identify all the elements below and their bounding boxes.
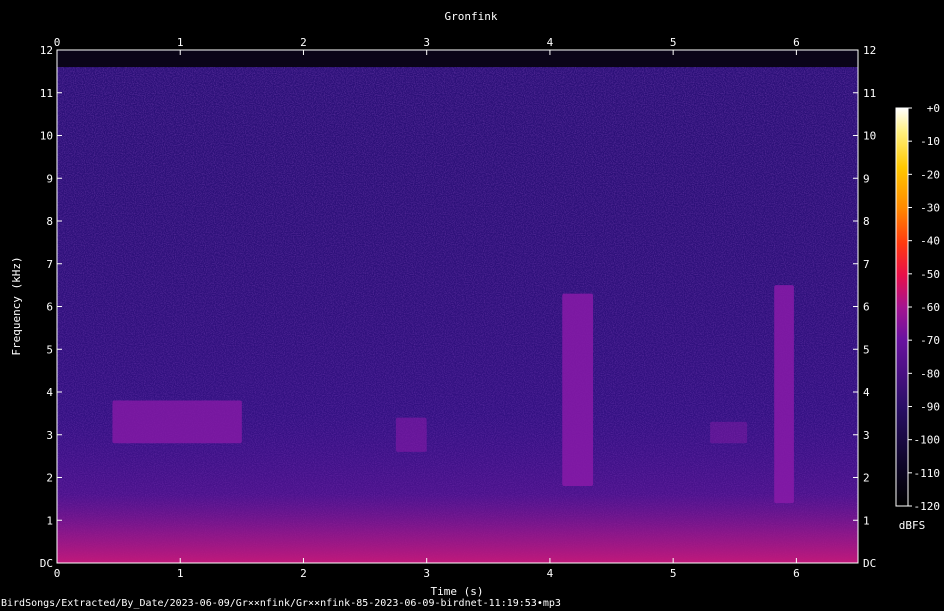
y-tick-label-right: 9 — [863, 172, 870, 185]
colorbar-tick-label: -90 — [920, 401, 940, 414]
colorbar-gradient — [895, 107, 909, 507]
colorbar-ticks: +0 -10 -20 -30 -40 -50 -60 -70 -80 -90 -100 -110 -12… — [908, 102, 940, 513]
y-tick-label-right: 2 — [863, 472, 870, 485]
y-tick-label-left: 12 — [40, 44, 53, 57]
colorbar-tick-label: -10 — [920, 135, 940, 148]
low-frequency-band — [57, 67, 858, 563]
x-tick-label-top: 6 — [793, 36, 800, 49]
sound-event-4 — [710, 421, 748, 444]
y-tick-label-left: 4 — [46, 386, 53, 399]
sound-event-1 — [112, 400, 242, 444]
x-tick-label-bottom: 1 — [177, 567, 184, 580]
y-tick-label-left: 9 — [46, 172, 53, 185]
colorbar-tick-label: -40 — [920, 235, 940, 248]
y-tick-label-right: 1 — [863, 514, 870, 527]
sound-event-3 — [562, 293, 594, 487]
x-tick-label-bottom: 2 — [300, 567, 307, 580]
y-tick-label-left: 10 — [40, 130, 53, 143]
colorbar-tick-label: -70 — [920, 334, 940, 347]
x-tick-label-bottom: 3 — [423, 567, 430, 580]
x-tick-label-top: 0 — [54, 36, 61, 49]
x-tick-label-top: 2 — [300, 36, 307, 49]
y-tick-label-left: 6 — [46, 301, 53, 314]
y-tick-label-left: 2 — [46, 472, 53, 485]
x-tick-label-bottom: 5 — [670, 567, 677, 580]
source-file-path: BirdSongs/Extracted/By_Date/2023-06-09/G… — [1, 598, 561, 609]
y-tick-label-left: 1 — [46, 514, 53, 527]
x-tick-label-top: 3 — [423, 36, 430, 49]
x-tick-label-top: 4 — [547, 36, 554, 49]
x-tick-label-bottom: 4 — [547, 567, 554, 580]
y-tick-label-right: 12 — [863, 44, 876, 57]
y-tick-label-right: 11 — [863, 87, 876, 100]
y-tick-label-left: 7 — [46, 258, 53, 271]
y-tick-label-left: 5 — [46, 343, 53, 356]
x-tick-label-bottom: 0 — [54, 567, 61, 580]
colorbar-tick-label: -50 — [920, 268, 940, 281]
colorbar-tick-label: +0 — [927, 102, 940, 115]
y-tick-label-left: 3 — [46, 429, 53, 442]
sound-event-5 — [774, 285, 794, 504]
colorbar-label: dBFS — [899, 519, 926, 532]
x-axis-label: Time (s) — [431, 585, 484, 598]
y-tick-label-left: DC — [40, 557, 53, 570]
colorbar-tick-label: -110 — [914, 467, 941, 480]
colorbar-tick-label: -100 — [914, 434, 941, 447]
y-tick-label-right: 8 — [863, 215, 870, 228]
colorbar-tick-label: -120 — [914, 500, 941, 513]
colorbar-tick-label: -60 — [920, 301, 940, 314]
y-tick-label-left: 8 — [46, 215, 53, 228]
x-tick-label-bottom: 6 — [793, 567, 800, 580]
y-tick-label-right: 10 — [863, 130, 876, 143]
x-tick-label-top: 1 — [177, 36, 184, 49]
y-tick-label-right: 6 — [863, 301, 870, 314]
sound-event-2 — [395, 417, 427, 452]
x-tick-label-top: 5 — [670, 36, 677, 49]
colorbar-tick-label: -30 — [920, 202, 940, 215]
spectrogram-figure: 00112233445566 DC DC1 12 23 34 45 56 67 78 89 910 1… — [10, 10, 940, 598]
y-tick-label-left: 11 — [40, 87, 53, 100]
colorbar-tick-label: -80 — [920, 367, 940, 380]
y-tick-label-right: 5 — [863, 343, 870, 356]
y-tick-label-right: 4 — [863, 386, 870, 399]
y-axis-label: Frequency (kHz) — [10, 256, 23, 355]
colorbar-tick-label: -20 — [920, 168, 940, 181]
y-tick-label-right: 3 — [863, 429, 870, 442]
y-tick-label-right: 7 — [863, 258, 870, 271]
chart-title: Gronfink — [445, 10, 498, 23]
y-tick-label-right: DC — [863, 557, 876, 570]
